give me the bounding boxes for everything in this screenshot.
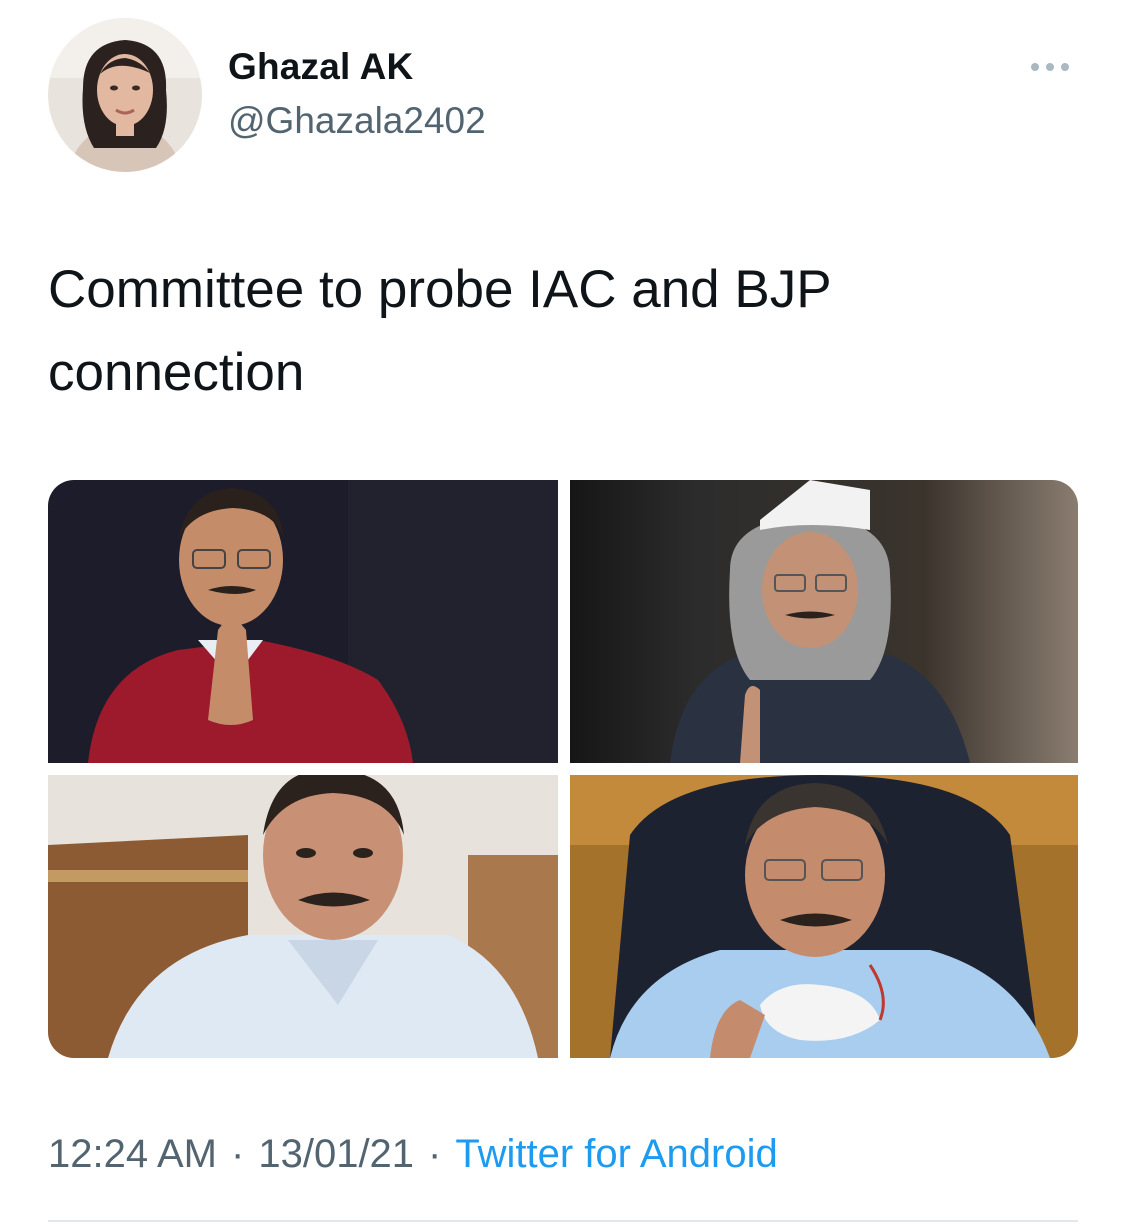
tweet-meta: 12:24 AM · 13/01/21 · Twitter for Android — [48, 1132, 778, 1177]
tweet-source-link[interactable]: Twitter for Android — [455, 1132, 777, 1176]
tweet-time[interactable]: 12:24 AM — [48, 1132, 217, 1176]
display-name[interactable]: Ghazal AK — [228, 46, 413, 88]
avatar-photo — [48, 18, 202, 172]
divider — [48, 1220, 1078, 1222]
avatar[interactable] — [48, 18, 202, 172]
meta-separator: · — [231, 1132, 245, 1176]
tweet: Ghazal AK @Ghazala2402 Committee to prob… — [0, 0, 1125, 1225]
media-photo-1[interactable] — [48, 480, 558, 763]
media-photo-4[interactable] — [570, 775, 1078, 1058]
more-options-icon[interactable] — [1020, 52, 1080, 82]
media-photo-3[interactable] — [48, 775, 558, 1058]
media-photo-2[interactable] — [570, 480, 1078, 763]
tweet-date[interactable]: 13/01/21 — [258, 1132, 414, 1176]
user-handle[interactable]: @Ghazala2402 — [228, 100, 486, 142]
tweet-text: Committee to probe IAC and BJP connectio… — [48, 260, 832, 402]
meta-separator: · — [428, 1132, 442, 1176]
media-grid — [48, 480, 1078, 1058]
